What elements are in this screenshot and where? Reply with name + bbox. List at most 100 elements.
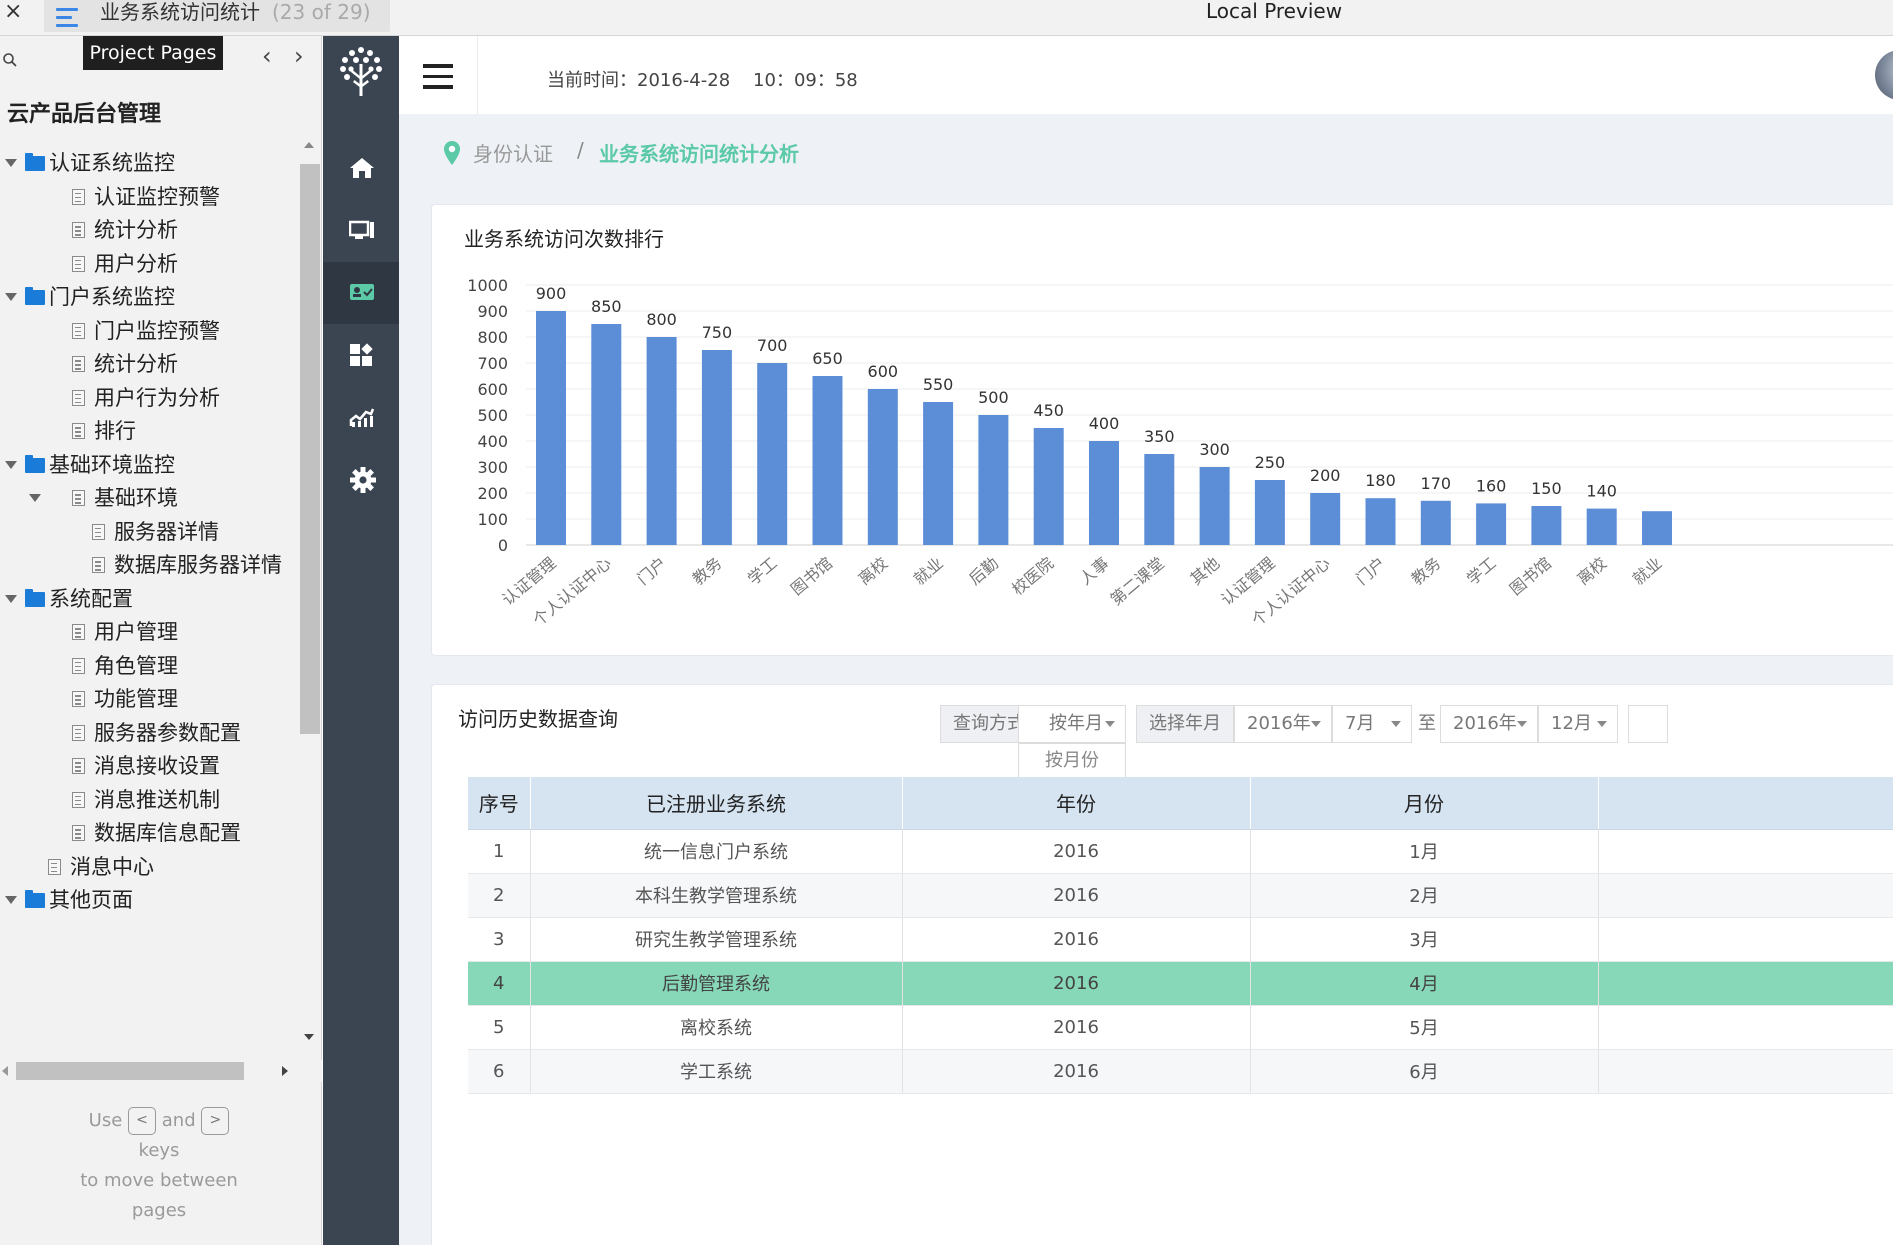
- bar-value-label: 150: [1531, 479, 1562, 498]
- bar: [1089, 441, 1119, 545]
- table-row[interactable]: 3 研究生教学管理系统 2016 3月: [468, 917, 1893, 962]
- bar-value-label: 160: [1476, 476, 1507, 495]
- x-tick-label: 门户: [1352, 554, 1389, 589]
- x-tick-label: 离校: [855, 554, 892, 589]
- end-year-select[interactable]: 2016年: [1440, 705, 1538, 743]
- expand-caret-icon[interactable]: [5, 460, 17, 469]
- y-tick-label: 500: [477, 406, 508, 425]
- page-icon: [72, 222, 85, 238]
- location-pin-icon: [444, 141, 460, 165]
- rail-statistics[interactable]: [323, 386, 399, 448]
- start-month-select[interactable]: 7月: [1332, 705, 1412, 743]
- column-header-system[interactable]: 已注册业务系统: [530, 777, 903, 830]
- bar: [1310, 493, 1341, 545]
- query-method-select[interactable]: 按年月: [1018, 705, 1126, 743]
- avatar[interactable]: [1875, 50, 1893, 100]
- table-row[interactable]: 5 离校系统 2016 5月: [468, 1005, 1893, 1050]
- page-icon: [72, 188, 85, 205]
- bar-value-label: 600: [868, 362, 899, 381]
- bar: [1531, 506, 1562, 545]
- expand-caret-icon[interactable]: [5, 594, 17, 603]
- rail-identity[interactable]: [323, 262, 399, 324]
- table-row[interactable]: 1 统一信息门户系统 2016 1月: [468, 829, 1893, 874]
- rail-monitor[interactable]: [323, 200, 399, 262]
- cell-month: 2月: [1250, 873, 1599, 918]
- table-row[interactable]: 6 学工系统 2016 6月: [468, 1049, 1893, 1094]
- expand-caret-icon[interactable]: [5, 159, 17, 167]
- expand-caret-icon[interactable]: [5, 293, 17, 301]
- page-icon: [72, 691, 85, 707]
- rail-apps[interactable]: [323, 324, 399, 386]
- previous-page-button[interactable]: ‹: [262, 44, 272, 68]
- bar-value-label: 400: [1089, 414, 1120, 433]
- scroll-down-arrow-icon[interactable]: [304, 1034, 314, 1040]
- sitemap-item[interactable]: 其他页面: [0, 880, 296, 920]
- chevron-down-icon: [1391, 721, 1401, 727]
- chevron-down-icon: [1597, 721, 1607, 727]
- hamburger-menu-icon[interactable]: [423, 64, 453, 96]
- bar-value-label: 200: [1310, 466, 1341, 485]
- bar-value-label: 850: [591, 297, 622, 316]
- page-title-text: 业务系统访问统计: [100, 0, 260, 24]
- scroll-left-arrow-icon[interactable]: [2, 1066, 8, 1076]
- breadcrumb-current: 业务系统访问统计分析: [599, 142, 799, 166]
- end-month-select[interactable]: 12月: [1538, 705, 1618, 743]
- hint-and: and: [161, 1110, 196, 1131]
- table-row[interactable]: 4 后勤管理系统 2016 4月: [468, 961, 1893, 1006]
- y-tick-label: 200: [477, 484, 508, 503]
- horizontal-scrollbar[interactable]: [0, 1060, 322, 1082]
- column-header-month[interactable]: 月份: [1250, 777, 1599, 830]
- chevron-down-icon: [1311, 721, 1321, 727]
- next-page-button[interactable]: ›: [294, 44, 304, 68]
- current-page-tab[interactable]: 业务系统访问统计 (23 of 29): [44, 0, 390, 32]
- vertical-scrollbar[interactable]: [298, 134, 320, 1046]
- query-button-partial[interactable]: [1628, 705, 1668, 743]
- bar-value-label: 800: [646, 310, 677, 329]
- query-method-option[interactable]: 按月份: [1018, 743, 1126, 779]
- start-year-select[interactable]: 2016年: [1234, 705, 1332, 743]
- bar-value-label: 900: [536, 284, 567, 303]
- range-to-label: 至: [1418, 713, 1436, 734]
- bar: [1586, 508, 1617, 545]
- monitor-icon: [349, 220, 374, 239]
- page-icon: [72, 322, 85, 339]
- search-icon[interactable]: [2, 52, 18, 68]
- x-tick-label: 学工: [1463, 554, 1500, 589]
- page-icon: [72, 825, 85, 841]
- column-header-seq[interactable]: 序号: [468, 777, 531, 830]
- expand-caret-icon[interactable]: [29, 494, 41, 502]
- bar: [591, 324, 622, 545]
- start-month-value: 7月: [1345, 713, 1375, 734]
- select-date-label: 选择年月: [1136, 705, 1234, 743]
- menu-icon[interactable]: [56, 8, 78, 32]
- table-row[interactable]: 2 本科生教学管理系统 2016 2月: [468, 873, 1893, 918]
- header-divider: [477, 36, 478, 114]
- chevron-down-icon: [1517, 721, 1527, 727]
- scrollbar-thumb[interactable]: [300, 164, 320, 734]
- expand-caret-icon[interactable]: [5, 896, 17, 904]
- rail-settings[interactable]: [323, 448, 399, 510]
- y-tick-label: 300: [477, 458, 508, 477]
- rail-home[interactable]: [323, 138, 399, 200]
- folder-icon: [25, 153, 45, 171]
- scroll-up-arrow-icon[interactable]: [304, 142, 314, 148]
- cell-system: 离校系统: [530, 1005, 903, 1050]
- breadcrumb-parent[interactable]: 身份认证: [473, 138, 553, 167]
- scroll-right-arrow-icon[interactable]: [282, 1066, 288, 1076]
- page-icon: [48, 858, 61, 875]
- gear-icon: [350, 467, 376, 493]
- cell-extra: [1598, 873, 1893, 918]
- tree-logo-icon: [340, 47, 382, 96]
- bar-value-label: 700: [757, 336, 788, 355]
- visit-ranking-card: 业务系统访问次数排行 0 100 200 300 400 500 600 700 800 900 1…: [431, 204, 1893, 656]
- window-title: Local Preview: [1206, 0, 1343, 23]
- y-tick-label: 0: [498, 536, 508, 555]
- start-year-value: 2016年: [1247, 713, 1311, 734]
- cell-extra: [1598, 961, 1893, 1006]
- cell-year: 2016: [902, 1005, 1251, 1050]
- hint-keys: keys: [138, 1140, 180, 1161]
- scrollbar-thumb[interactable]: [16, 1062, 244, 1080]
- close-icon[interactable]: ×: [4, 0, 22, 26]
- cell-seq: 2: [468, 873, 531, 918]
- column-header-year[interactable]: 年份: [902, 777, 1251, 830]
